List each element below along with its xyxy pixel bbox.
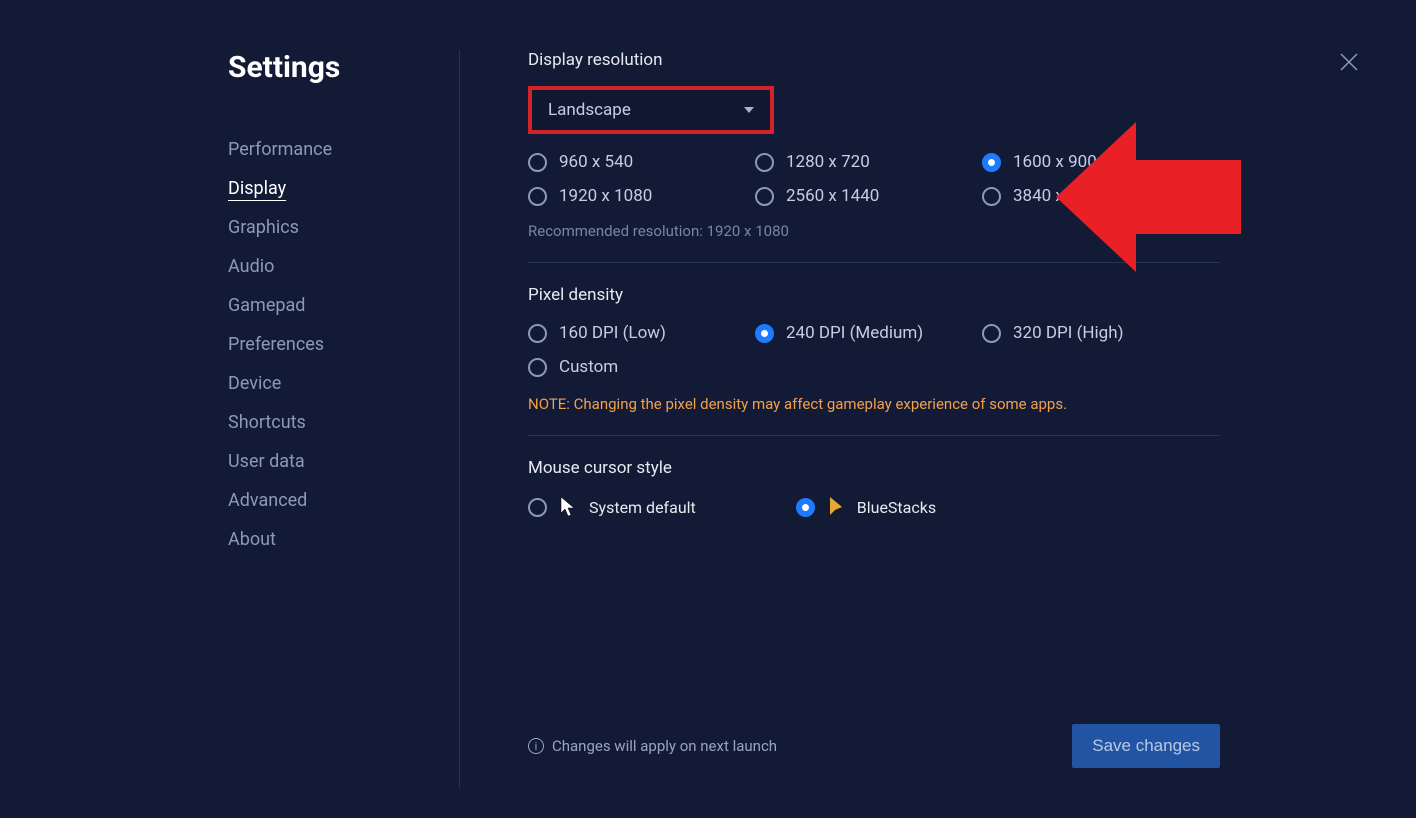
radio-icon [755,153,774,172]
resolution-2560x1440[interactable]: 2560 x 1440 [755,186,982,206]
sidebar-item-performance[interactable]: Performance [228,130,439,169]
sidebar-item-graphics[interactable]: Graphics [228,208,439,247]
sidebar-item-gamepad[interactable]: Gamepad [228,286,439,325]
divider [528,262,1220,263]
radio-icon [982,153,1001,172]
close-button[interactable] [1337,50,1361,74]
radio-icon [528,153,547,172]
dpi-320[interactable]: 320 DPI (High) [982,323,1209,343]
resolution-label: Display resolution [528,50,1220,70]
footer-note: i Changes will apply on next launch [528,737,777,755]
info-icon: i [528,738,544,754]
dpi-option-label: 160 DPI (Low) [559,323,666,343]
resolution-option-label: 960 x 540 [559,152,633,172]
settings-panel: Settings Performance Display Graphics Au… [0,0,1416,818]
divider [528,435,1220,436]
cursor-default-icon [559,496,577,518]
footer: i Changes will apply on next launch Save… [528,724,1220,788]
sidebar-item-about[interactable]: About [228,520,439,559]
cursor-option-label: System default [589,498,696,517]
cursor-label: Mouse cursor style [528,458,1220,478]
resolution-960x540[interactable]: 960 x 540 [528,152,755,172]
radio-icon [528,187,547,206]
resolution-1920x1080[interactable]: 1920 x 1080 [528,186,755,206]
resolution-option-label: 2560 x 1440 [786,186,879,206]
nav-list: Performance Display Graphics Audio Gamep… [228,130,439,559]
radio-icon [528,324,547,343]
dpi-note: NOTE: Changing the pixel density may aff… [528,395,1220,413]
sidebar-item-shortcuts[interactable]: Shortcuts [228,403,439,442]
close-icon [1337,50,1361,74]
dpi-custom[interactable]: Custom [528,357,755,377]
cursor-bluestacks-icon [827,496,845,518]
resolution-1280x720[interactable]: 1280 x 720 [755,152,982,172]
radio-icon [528,498,547,517]
radio-icon [796,498,815,517]
dpi-label: Pixel density [528,285,1220,305]
cursor-system-default[interactable]: System default [528,496,696,518]
chevron-down-icon [744,107,754,113]
sidebar-item-advanced[interactable]: Advanced [228,481,439,520]
dpi-option-label: 320 DPI (High) [1013,323,1124,343]
resolution-option-label: 1920 x 1080 [559,186,652,206]
dpi-160[interactable]: 160 DPI (Low) [528,323,755,343]
radio-icon [755,324,774,343]
sidebar-item-device[interactable]: Device [228,364,439,403]
cursor-option-label: BlueStacks [857,498,936,517]
sidebar-item-user-data[interactable]: User data [228,442,439,481]
sidebar-item-display[interactable]: Display [228,169,439,208]
radio-icon [982,324,1001,343]
dpi-option-label: 240 DPI (Medium) [786,323,923,343]
cursor-bluestacks[interactable]: BlueStacks [796,496,936,518]
resolution-3840x2160[interactable]: 3840 x 2160 [982,186,1209,206]
resolution-1600x900[interactable]: 1600 x 900 [982,152,1209,172]
orientation-dropdown[interactable]: Landscape [528,86,774,134]
recommended-hint: Recommended resolution: 1920 x 1080 [528,222,1220,240]
dpi-240[interactable]: 240 DPI (Medium) [755,323,982,343]
radio-icon [528,358,547,377]
sidebar: Settings Performance Display Graphics Au… [228,50,460,788]
dpi-option-label: Custom [559,357,618,377]
orientation-selected: Landscape [548,100,631,120]
footer-note-text: Changes will apply on next launch [552,737,777,755]
save-button[interactable]: Save changes [1072,724,1220,768]
resolution-option-label: 3840 x 2160 [1013,186,1106,206]
resolution-option-label: 1600 x 900 [1013,152,1097,172]
radio-icon [755,187,774,206]
content: Display resolution Landscape 960 x 540 1… [500,50,1220,788]
resolution-options: 960 x 540 1280 x 720 1600 x 900 1920 x 1… [528,152,1220,206]
dpi-options: 160 DPI (Low) 240 DPI (Medium) 320 DPI (… [528,323,1220,377]
radio-icon [982,187,1001,206]
sidebar-item-audio[interactable]: Audio [228,247,439,286]
resolution-option-label: 1280 x 720 [786,152,870,172]
cursor-options: System default BlueStacks [528,496,1220,518]
page-title: Settings [228,50,439,85]
sidebar-item-preferences[interactable]: Preferences [228,325,439,364]
